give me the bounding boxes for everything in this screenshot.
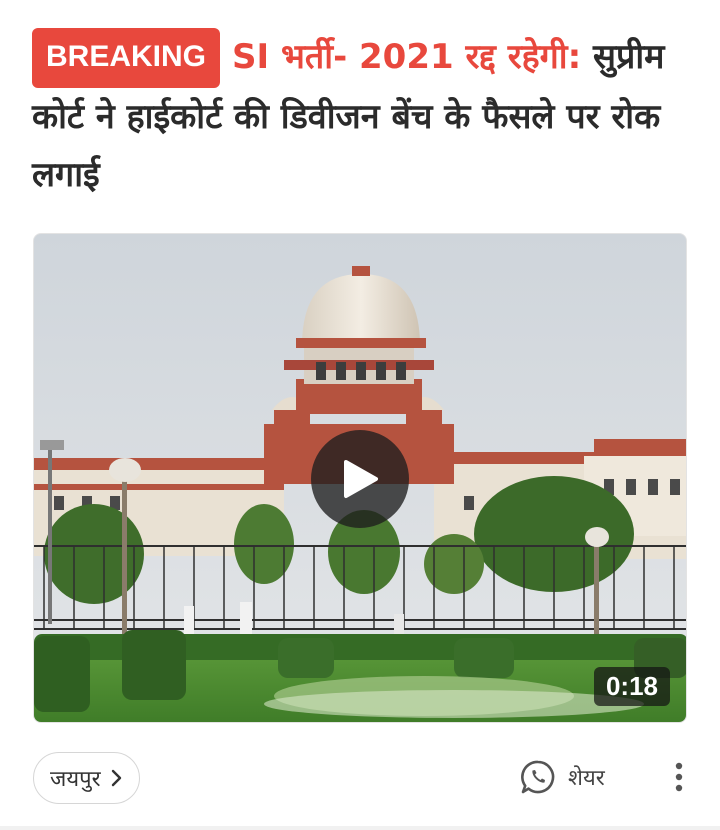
headline[interactable]: BREAKING SI भर्ती- 2021 रद्द रहेगी: सुप्र… [32, 28, 692, 204]
headline-highlight: SI भर्ती- 2021 रद्द रहेगी: [232, 37, 582, 77]
divider [0, 826, 720, 830]
chevron-right-icon [111, 769, 121, 787]
whatsapp-icon [521, 760, 555, 794]
more-vertical-icon [675, 762, 683, 792]
share-label: शेयर [568, 766, 605, 791]
video-duration: 0:18 [593, 667, 670, 706]
play-button[interactable] [311, 430, 409, 528]
article-footer: जयपुर शेयर [0, 745, 720, 815]
share-button[interactable]: शेयर [520, 759, 605, 795]
more-options-button[interactable] [664, 757, 694, 797]
location-label: जयपुर [50, 767, 101, 792]
play-icon [344, 460, 378, 498]
video-thumbnail[interactable]: 0:18 [33, 233, 687, 723]
breaking-badge: BREAKING [32, 28, 221, 88]
location-chip[interactable]: जयपुर [33, 752, 140, 804]
